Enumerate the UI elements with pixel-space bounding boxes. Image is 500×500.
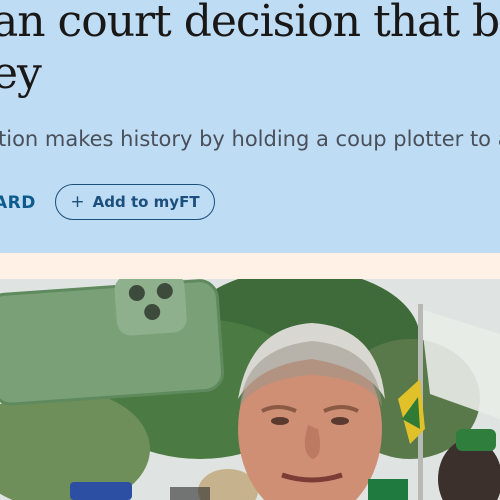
article-headline: an court decision that bolste ey bbox=[0, 0, 500, 99]
article-header: an court decision that bolste ey tion ma… bbox=[0, 0, 500, 253]
header-divider bbox=[0, 253, 500, 279]
article-standfirst: tion makes history by holding a coup plo… bbox=[0, 127, 500, 151]
add-to-myft-button[interactable]: + Add to myFT bbox=[55, 184, 215, 220]
plus-icon: + bbox=[70, 191, 85, 212]
add-to-myft-label: Add to myFT bbox=[92, 193, 200, 211]
author-link[interactable]: ARD bbox=[0, 193, 36, 213]
article-photo bbox=[0, 279, 500, 500]
